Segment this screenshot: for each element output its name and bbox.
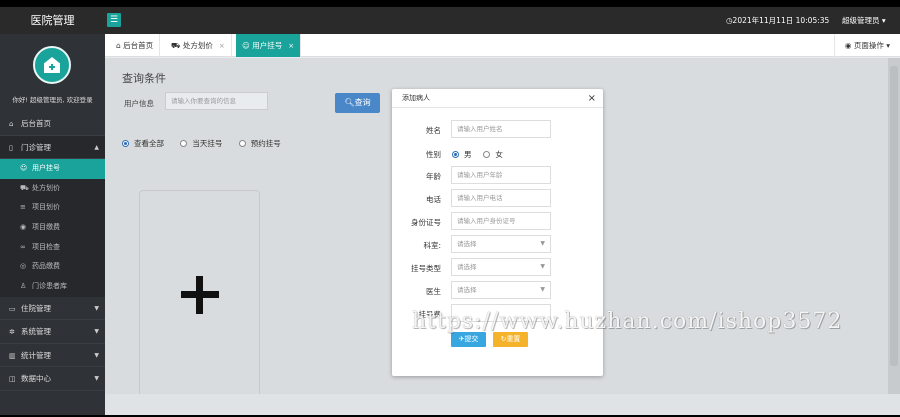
- user-icon: ☺: [242, 41, 250, 50]
- user-icon: ☺: [20, 164, 28, 172]
- add-patient-card[interactable]: [139, 190, 260, 402]
- sidebar: 你好! 超级管理员, 欢迎登录 ⌂ 后台首页 ▯ 门诊管理 ▲ ☺ 用户挂号 ⛟ 处方划价…: [0, 34, 105, 415]
- reset-button[interactable]: ↻重置: [493, 332, 528, 347]
- gender-label: 性别: [426, 150, 441, 159]
- menu-toggle-button[interactable]: ☰: [107, 13, 121, 27]
- radio-view-all[interactable]: 查看全部: [122, 139, 164, 148]
- tab-close-icon[interactable]: ×: [219, 42, 225, 50]
- sidebar-item-drug-payment[interactable]: ◎ 药品缴费: [0, 257, 105, 278]
- age-input[interactable]: 请输入用户年龄: [451, 166, 551, 184]
- registration-type-select[interactable]: 请选择 ▼: [451, 258, 551, 276]
- name-label: 姓名: [426, 126, 441, 135]
- submit-button[interactable]: ✈提交: [451, 332, 486, 347]
- welcome-text: 你好! 超级管理员, 欢迎登录: [12, 96, 93, 104]
- home-icon: ⌂: [116, 41, 121, 50]
- sidebar-item-statistics[interactable]: ▥ 统计管理 ▼: [0, 344, 105, 368]
- top-bar: 医院管理 ☰ ◷2021年11月11日 10:05:35 超级管理员 ▾: [0, 7, 900, 34]
- gender-radio-group: 男 女: [452, 149, 503, 160]
- sidebar-item-item-pricing[interactable]: ≡ 项目划价: [0, 198, 105, 219]
- user-info-search-input[interactable]: 请输入你要查询的信息: [165, 92, 268, 110]
- caret-down-icon: ▼: [94, 304, 99, 312]
- radio-female[interactable]: 女: [483, 150, 503, 159]
- content-scrollbar[interactable]: [888, 58, 900, 394]
- query-button[interactable]: 🔍︎查询: [335, 93, 380, 113]
- caret-down-icon: ▾: [886, 41, 890, 50]
- caret-up-icon: ▲: [94, 143, 99, 151]
- tab-registration[interactable]: ☺ 用户挂号 ×: [236, 34, 302, 57]
- sidebar-item-item-payment[interactable]: ◉ 项目缴费: [0, 218, 105, 238]
- data-icon: ◫: [9, 375, 16, 384]
- footer-bar: [105, 394, 900, 415]
- caret-down-icon: ▼: [94, 328, 99, 336]
- tab-bar: ⌂ 后台首页 ⛟ 处方划价 × ☺ 用户挂号 × ◉ 页面操作 ▾: [105, 34, 900, 57]
- sidebar-item-prescription-pricing[interactable]: ⛟ 处方划价: [0, 178, 105, 199]
- radio-male[interactable]: 男: [452, 150, 472, 159]
- cart-icon: ⛟: [171, 41, 181, 50]
- page-operations-menu[interactable]: ◉ 页面操作 ▾: [833, 34, 900, 57]
- id-number-input[interactable]: 请输入用户身份证号: [451, 212, 551, 230]
- caret-down-icon: ▼: [94, 351, 99, 359]
- caret-down-icon: ▼: [94, 375, 99, 383]
- sidebar-item-inpatient[interactable]: ▭ 住院管理 ▼: [0, 297, 105, 321]
- doctor-select[interactable]: 请选择 ▼: [451, 281, 551, 299]
- tab-prescription-pricing[interactable]: ⛟ 处方划价 ×: [165, 34, 232, 57]
- sidebar-nav: ⌂ 后台首页 ▯ 门诊管理 ▲ ☺ 用户挂号 ⛟ 处方划价 ≡ 项目划价 ◉ 项目缴费 ∞ 项目…: [0, 112, 105, 391]
- tab-home[interactable]: ⌂ 后台首页: [110, 34, 161, 57]
- chevron-down-icon: ▼: [540, 240, 545, 247]
- chevron-down-icon: ▼: [540, 286, 545, 293]
- name-input[interactable]: 请输入用户姓名: [451, 120, 551, 138]
- gear-icon: ✲: [9, 328, 15, 337]
- circle-dot-icon: ◉: [844, 41, 852, 50]
- plus-icon: [181, 276, 219, 314]
- person-icon: ♙: [20, 282, 27, 291]
- tab-close-icon[interactable]: ×: [288, 42, 294, 50]
- registration-type-label: 挂号类型: [411, 264, 441, 273]
- coin-icon: ◉: [20, 223, 27, 232]
- user-info-label: 用户信息: [124, 99, 154, 108]
- bed-icon: ▭: [9, 304, 16, 313]
- caret-down-icon: ▾: [881, 16, 886, 25]
- phone-label: 电话: [426, 195, 441, 204]
- sidebar-item-home[interactable]: ⌂ 后台首页: [0, 112, 105, 136]
- dialog-title: 添加病人: [402, 94, 430, 102]
- radio-appointment[interactable]: 预约挂号: [238, 139, 281, 148]
- pill-icon: ◎: [20, 262, 27, 271]
- department-select[interactable]: 请选择 ▼: [451, 235, 551, 253]
- department-label: 科室:: [423, 241, 441, 250]
- check-icon: ∞: [20, 242, 26, 251]
- filter-radio-group: 查看全部 当天挂号 预约挂号: [122, 138, 295, 149]
- dialog-header: 添加病人 ×: [392, 89, 603, 108]
- query-section-title: 查询条件: [122, 72, 166, 85]
- search-icon: 🔍︎: [344, 98, 355, 107]
- sidebar-item-data-center[interactable]: ◫ 数据中心 ▼: [0, 367, 105, 391]
- watermark-text: https://www.huzhan.com/ishop3572: [412, 309, 843, 334]
- id-number-label: 身份证号: [411, 218, 441, 227]
- cart-icon: ⛟: [20, 183, 29, 192]
- doctor-label: 医生: [426, 287, 441, 296]
- sidebar-item-registration[interactable]: ☺ 用户挂号: [0, 159, 105, 179]
- phone-input[interactable]: 请输入用户电话: [451, 189, 551, 207]
- sidebar-item-clinic[interactable]: ▯ 门诊管理 ▲: [0, 135, 105, 159]
- chevron-down-icon: ▼: [540, 263, 545, 270]
- radio-today[interactable]: 当天挂号: [180, 139, 222, 148]
- age-label: 年龄: [426, 172, 441, 181]
- sidebar-item-item-inspection[interactable]: ∞ 项目检查: [0, 237, 105, 258]
- close-icon[interactable]: ×: [588, 89, 596, 108]
- hospital-logo: [33, 46, 71, 84]
- app-frame: 医院管理 ☰ ◷2021年11月11日 10:05:35 超级管理员 ▾ 你好!…: [0, 7, 900, 415]
- app-title: 医院管理: [30, 14, 75, 27]
- list-icon: ≡: [20, 203, 26, 212]
- clinic-icon: ▯: [9, 143, 13, 152]
- sidebar-item-system[interactable]: ✲ 系统管理 ▼: [0, 320, 105, 344]
- home-icon: ⌂: [9, 120, 14, 128]
- chart-icon: ▥: [9, 351, 16, 360]
- datetime-display: ◷2021年11月11日 10:05:35: [726, 16, 830, 25]
- user-menu[interactable]: 超级管理员 ▾: [842, 7, 886, 34]
- sidebar-item-patient-library[interactable]: ♙ 门诊患者库: [0, 277, 105, 297]
